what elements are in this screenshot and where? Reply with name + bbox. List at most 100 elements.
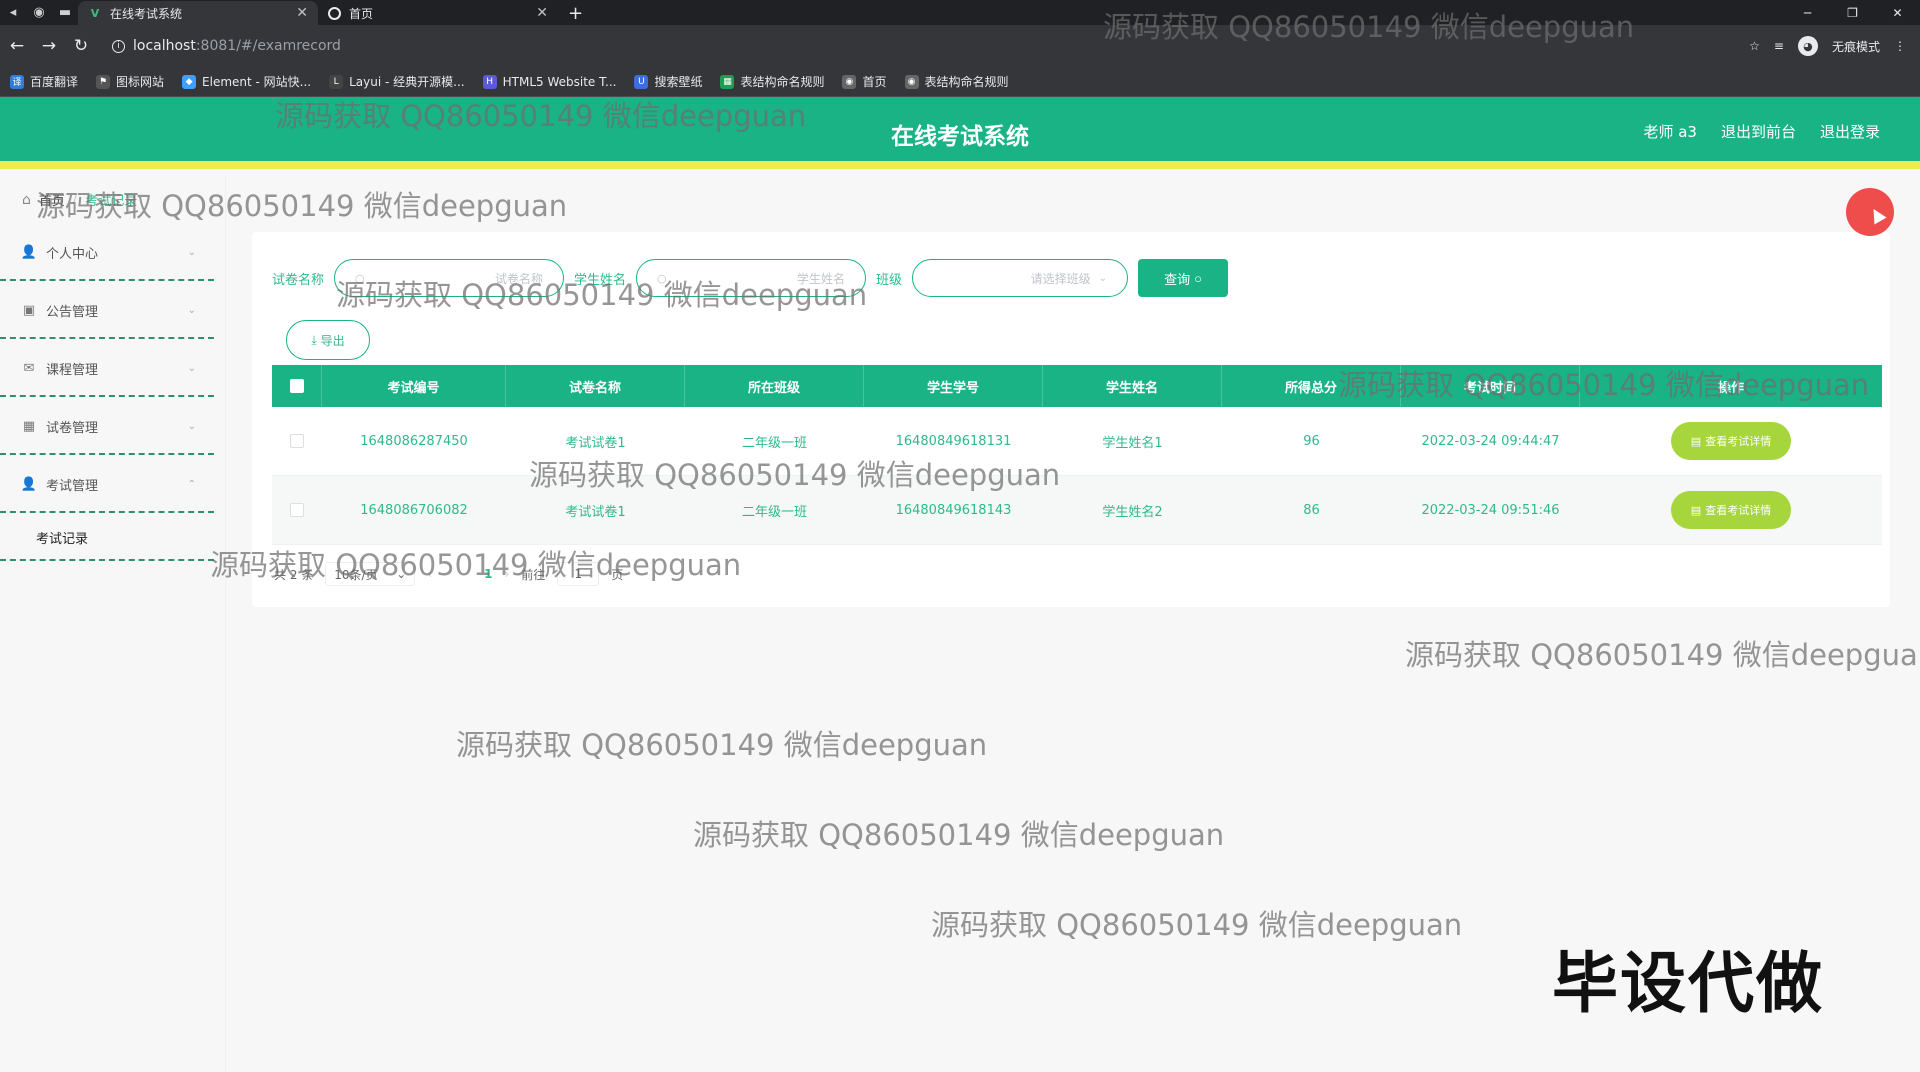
student-name-input[interactable]: ○ 学生姓名 [636,259,867,297]
paper-name-label: 试卷名称 [272,272,325,288]
exam-time-cell: 2022-03-24 09:44:47 [1421,433,1560,449]
paper-name-cell: 考试试卷1 [565,504,626,520]
user-icon: 👤 [20,244,38,260]
column-header[interactable]: 所得总分 [1222,365,1401,407]
bookmark-item[interactable]: ▦ 表结构命名规则 [720,73,824,90]
search-form: 试卷名称 ○ 试卷名称 学生姓名 ○ 学生姓名 班级 请选择班级 ⌄ 查询 ○ [272,258,1229,298]
page-suffix: 页 [611,567,624,582]
column-header[interactable]: 考试时间 [1401,365,1580,407]
exit-to-front-link[interactable]: 退出到前台 [1721,121,1796,142]
class-cell: 二年级一班 [741,504,807,520]
sidebar-item-notice[interactable]: ▣ 公告管理 ⌄ [0,283,214,339]
incognito-icon[interactable]: ◕ [1797,36,1818,56]
score-cell: 86 [1303,502,1320,518]
paper-name-input[interactable]: ○ 试卷名称 [334,259,565,297]
goto-page-input[interactable]: 1 [557,562,600,586]
url-path: :8081/#/examrecord [195,38,341,54]
chevron-down-icon: ⌄ [187,304,196,316]
sidebar-item-label: 个人中心 [46,246,99,262]
close-window-icon[interactable]: ✕ [1875,0,1920,25]
bookmark-item[interactable]: 译百度翻译 [10,73,78,90]
bookmark-item[interactable]: ⚑ 图标网站 [96,73,164,90]
current-page[interactable]: 1 [484,567,492,581]
view-exam-detail-button[interactable]: ▤ 查看考试详情 [1671,491,1791,529]
info-icon[interactable]: i [112,39,125,53]
app-header: 在线考试系统 老师 a3 退出到前台 退出登录 [0,97,1920,169]
column-header[interactable]: 学生学号 [864,365,1043,407]
sidebar-item-paper[interactable]: ▦ 试卷管理 ⌄ [0,399,214,455]
bookmark-item[interactable]: U 搜索壁纸 [634,73,702,90]
score-cell: 96 [1303,433,1320,449]
select-all-checkbox[interactable] [289,379,304,393]
document-icon: ▤ [1690,503,1702,517]
breadcrumb-home[interactable]: 首页 [39,190,65,209]
tab-title: 首页 [349,6,374,21]
total-count: 共 2 条 [274,567,314,582]
chevron-down-icon: ⌄ [187,246,196,258]
breadcrumb: ⌂ 首页 / 考试记录 [22,190,138,210]
action-cell: ▤ 查看考试详情 [1580,476,1882,544]
class-select[interactable]: 请选择班级 ⌄ [912,259,1129,297]
new-tab-icon[interactable]: + [568,1,583,25]
sidebar-item-course[interactable]: ✉ 课程管理 ⌄ [0,341,214,397]
column-header[interactable]: 考试编号 [322,365,506,407]
sheet-icon: ▦ [720,74,735,89]
minimize-icon[interactable]: ─ [1785,0,1830,25]
page-size-select[interactable]: 10条/页 ⌄ [325,562,416,586]
student-name-cell: 学生姓名2 [1102,504,1163,520]
view-exam-detail-button[interactable]: ▤ 查看考试详情 [1671,422,1791,460]
home-icon: ⌂ [22,191,31,208]
tab-home[interactable]: 首页 ✕ [318,1,558,25]
row-select-cell [272,407,322,475]
logout-link[interactable]: 退出登录 [1820,121,1880,142]
bookmark-item[interactable]: ◆ Element - 网站快... [182,73,311,90]
window-icon[interactable]: ▬ [52,0,78,25]
bookmarks-bar: 译百度翻译 ⚑ 图标网站 ◆ Element - 网站快... L Layui - 经… [0,67,1920,97]
column-header[interactable]: 试卷名称 [506,365,685,407]
reading-list-icon[interactable]: ≡ [1774,39,1784,53]
globe-icon[interactable]: ◉ [26,0,52,25]
url-field[interactable]: i localhost:8081/#/examrecord [104,31,1749,61]
bookmark-item[interactable]: L Layui - 经典开源模... [329,73,465,90]
search-icon: ○ [657,271,667,285]
wallpaper-icon: U [634,74,649,89]
bookmark-item[interactable]: ◉ 首页 [842,73,887,90]
forward-icon[interactable]: → [34,31,64,61]
close-icon[interactable]: ✕ [536,5,548,21]
bookmark-item[interactable]: ◉ 表结构命名规则 [904,73,1009,90]
chevron-down-icon: ⌄ [187,362,196,374]
mute-icon[interactable]: ◂ [0,0,26,25]
sidebar-subitem-exam-record[interactable]: 考试记录 [0,515,214,561]
query-button[interactable]: 查询 ○ [1138,259,1229,297]
restore-icon[interactable]: ❐ [1830,0,1875,25]
chevron-down-icon: ⌄ [187,420,196,432]
mail-icon: ✉ [23,360,35,376]
current-user: 老师 a3 [1643,123,1697,141]
next-page-icon[interactable]: › [504,567,509,581]
bookmark-item[interactable]: H HTML5 Website T... [482,74,616,89]
select-all-cell [272,365,322,407]
back-icon[interactable]: ← [2,31,32,61]
close-icon[interactable]: ✕ [296,5,308,21]
sidebar-item-label: 课程管理 [46,362,99,378]
tab-exam-system[interactable]: V 在线考试系统 ✕ [78,1,318,25]
sidebar-item-personal-center[interactable]: 👤 个人中心 ⌄ [0,225,214,281]
breadcrumb-current: 考试记录 [85,194,138,209]
column-header[interactable]: 所在班级 [685,365,864,407]
goto-label: 前往 [521,567,546,582]
star-icon[interactable]: ☆ [1749,39,1760,53]
breadcrumb-separator: / [72,192,78,207]
prev-page-icon[interactable]: ‹ [427,567,432,581]
reload-icon[interactable]: ↻ [66,31,96,61]
sidebar-item-label: 考试管理 [46,478,99,494]
vue-icon: V [90,6,100,20]
row-checkbox[interactable] [290,434,304,448]
flag-icon: ⚑ [96,74,111,89]
menu-icon[interactable]: ⋮ [1894,39,1906,53]
column-header[interactable]: 学生姓名 [1043,365,1222,407]
export-button[interactable]: ⤓ 导出 [286,320,370,360]
grid-icon: ▦ [22,418,36,434]
row-checkbox[interactable] [290,503,304,517]
header-user-area: 老师 a3 退出到前台 退出登录 [1643,121,1880,142]
sidebar-item-exam[interactable]: 👤 考试管理 ⌃ [0,457,214,513]
